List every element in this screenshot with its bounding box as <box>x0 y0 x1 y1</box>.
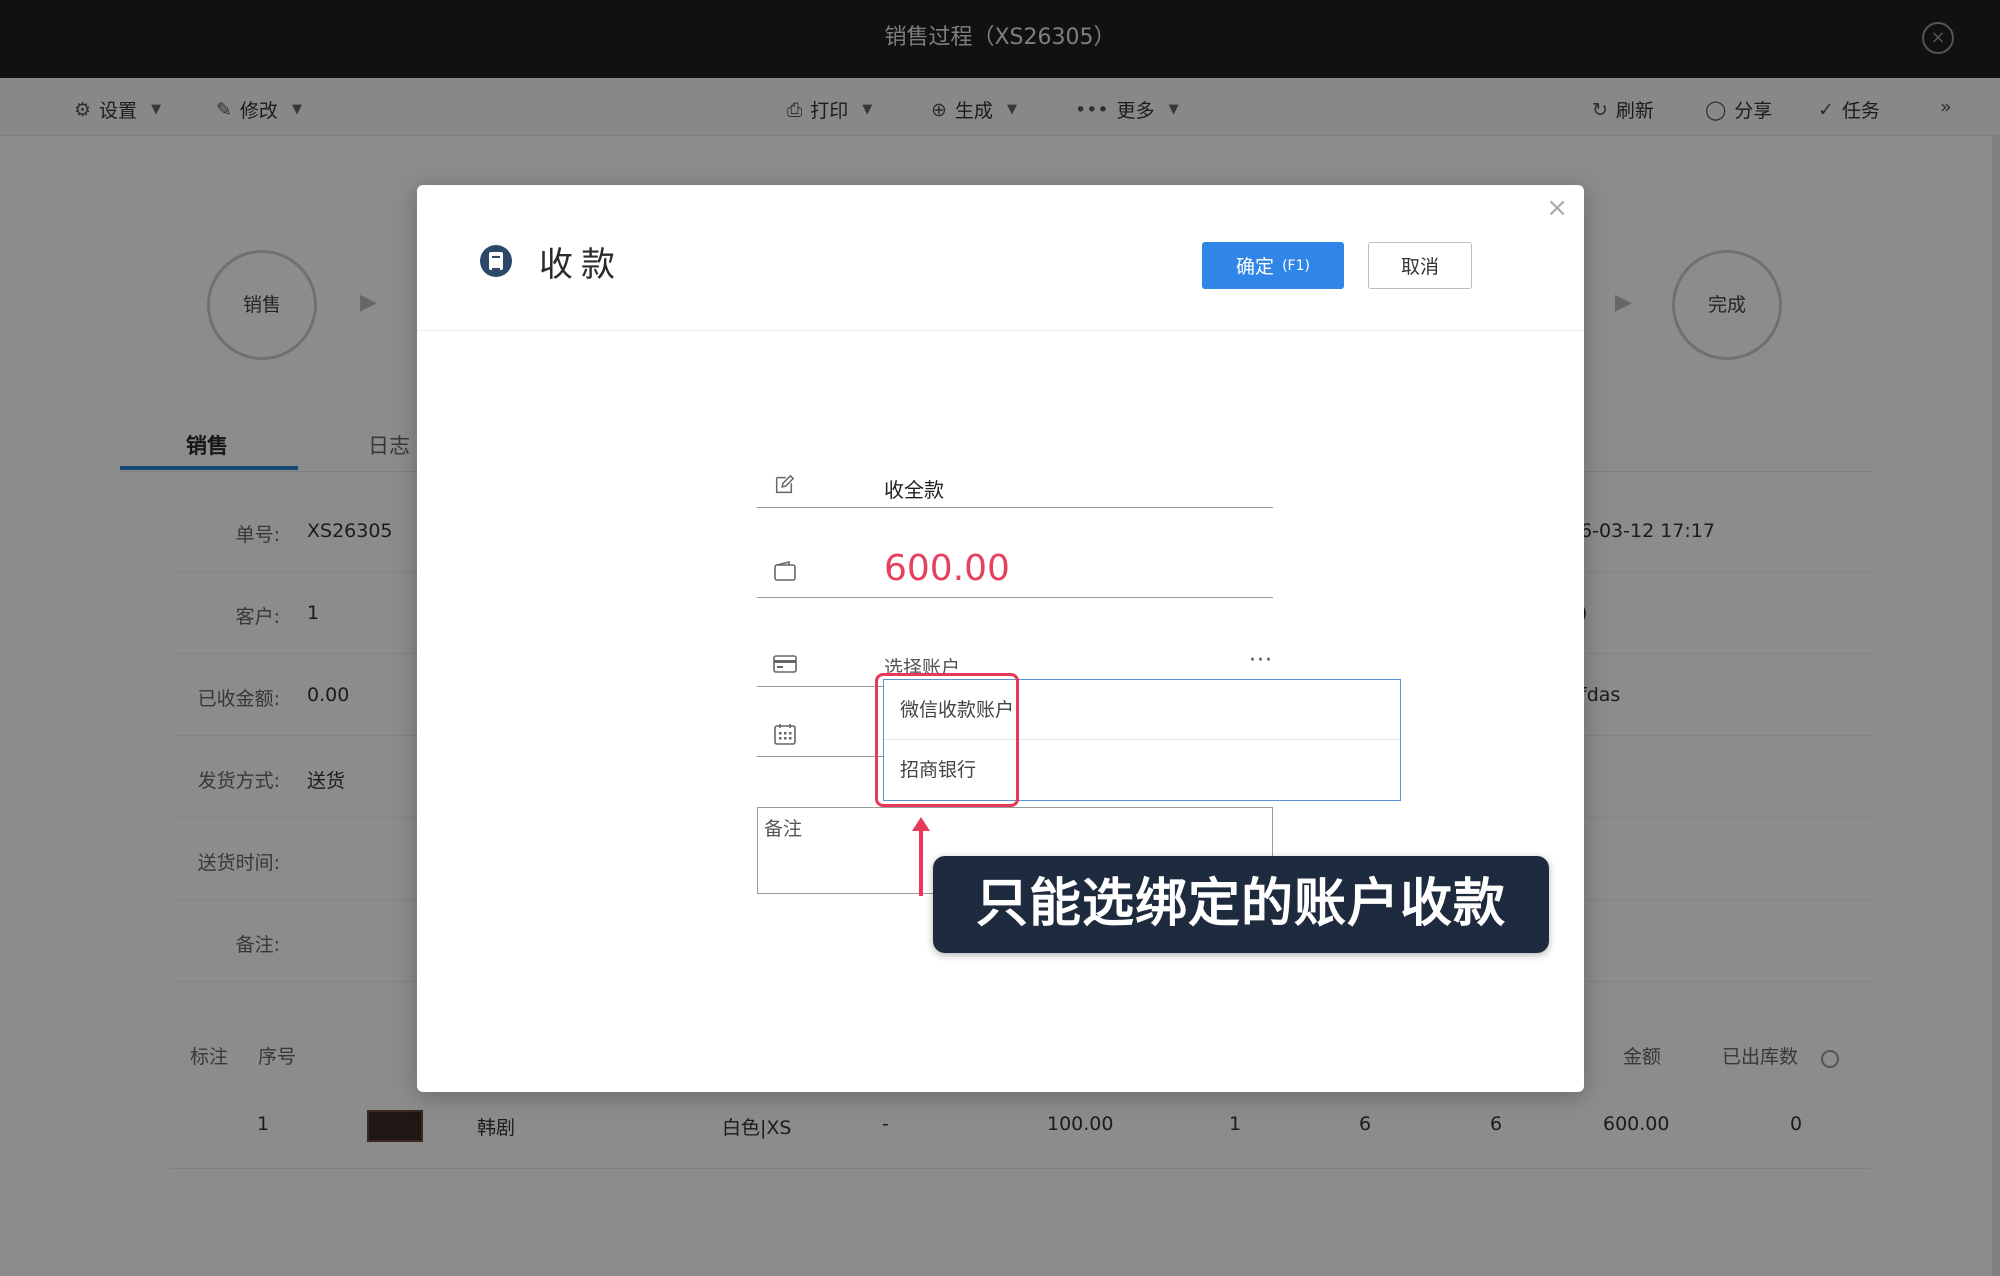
payment-type-value: 收全款 <box>884 478 944 502</box>
credit-card-icon <box>773 655 797 673</box>
annotation-arrow-shaft <box>919 830 923 896</box>
edit-icon <box>775 474 795 494</box>
dialog-header: 收款 确定 (F1) 取消 <box>417 185 1584 331</box>
cancel-button[interactable]: 取消 <box>1368 242 1472 289</box>
receive-payment-dialog: × 收款 确定 (F1) 取消 收全款 600.00 选择账户 ··· 备注 微… <box>417 185 1584 1092</box>
annotation-callout: 只能选绑定的账户收款 <box>933 856 1549 953</box>
confirm-button[interactable]: 确定 (F1) <box>1202 242 1344 289</box>
payment-type-field[interactable]: 收全款 <box>757 462 1273 508</box>
remark-placeholder: 备注 <box>764 818 803 840</box>
amount-value: 600.00 <box>884 548 1010 589</box>
wallet-icon <box>774 560 796 581</box>
more-options-icon[interactable]: ··· <box>1249 648 1273 673</box>
amount-field[interactable]: 600.00 <box>757 530 1273 598</box>
dialog-title: 收款 <box>539 245 623 285</box>
receipt-icon <box>480 245 512 277</box>
annotation-highlight-box <box>875 673 1019 807</box>
confirm-hotkey: (F1) <box>1282 257 1310 274</box>
calendar-icon <box>774 724 796 745</box>
confirm-label: 确定 <box>1236 256 1275 278</box>
annotation-arrow-icon <box>912 817 930 831</box>
